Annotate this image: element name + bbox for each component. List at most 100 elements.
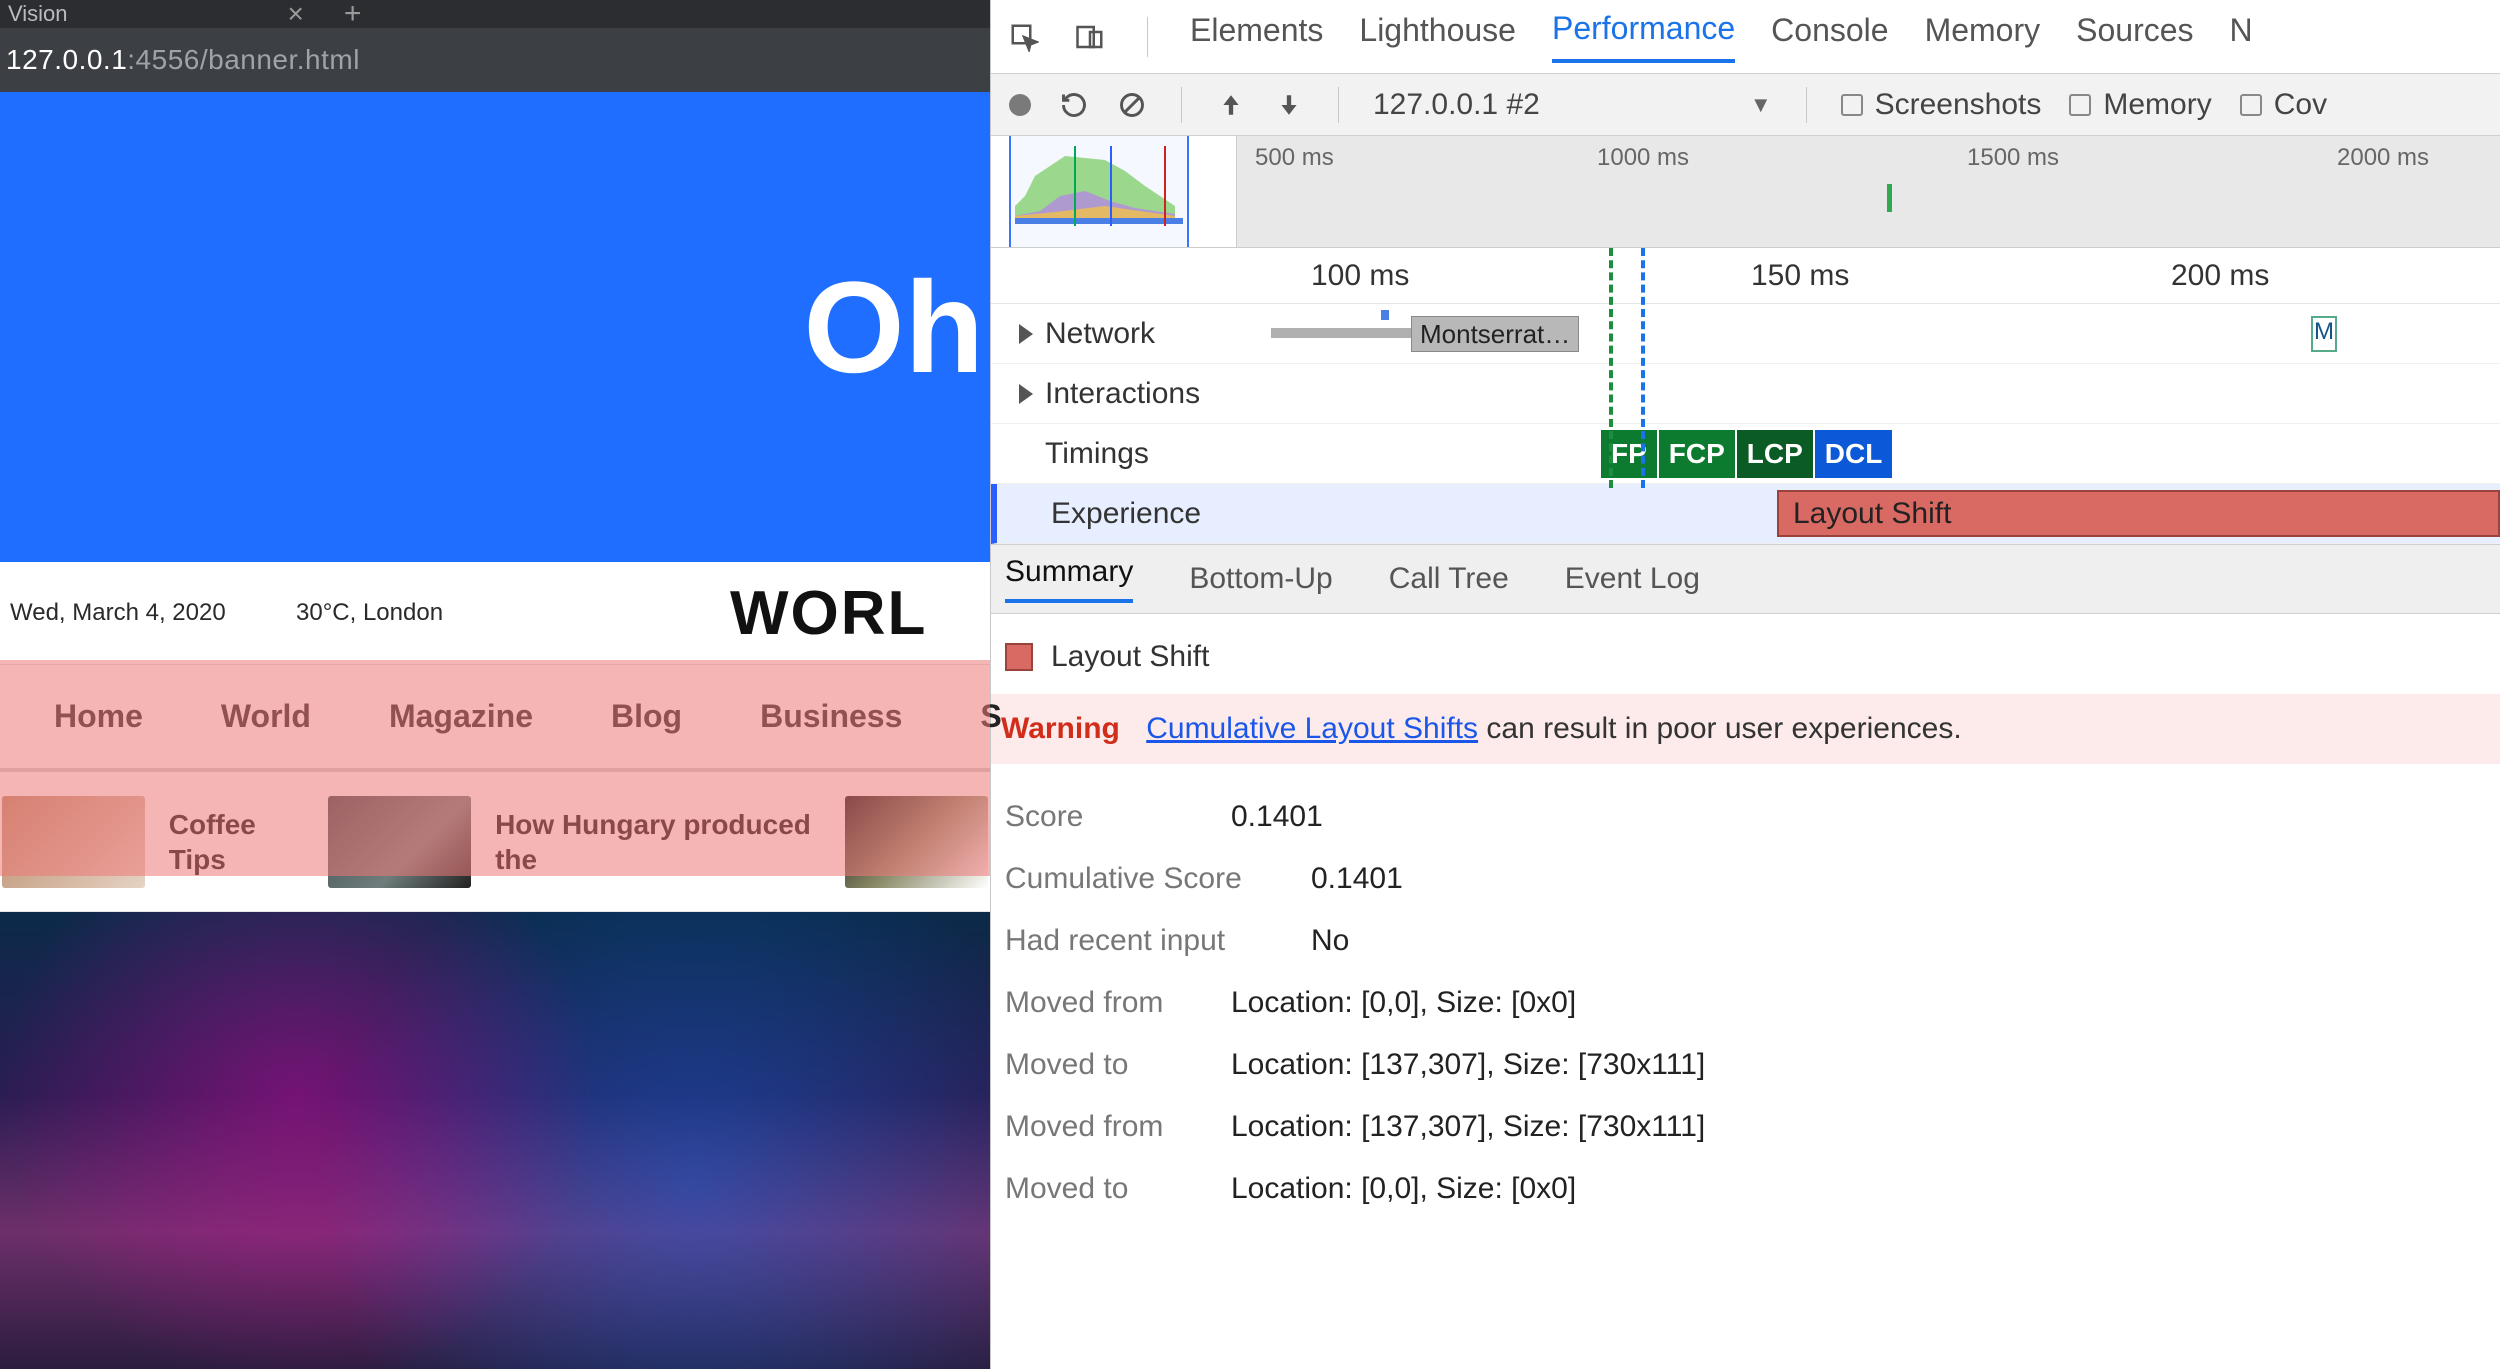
timing-badge-lcp[interactable]: LCP <box>1737 430 1813 478</box>
target-select[interactable]: 127.0.0.1 #2 <box>1373 88 1552 122</box>
tab-memory[interactable]: Memory <box>1925 12 2041 61</box>
ruler-tick: 200 ms <box>2171 259 2269 293</box>
marker-line-green <box>1609 248 1613 488</box>
checkbox-memory[interactable]: Memory <box>2069 88 2211 122</box>
address-bar[interactable]: 127.0.0.1:4556/banner.html <box>0 28 990 92</box>
tab-summary[interactable]: Summary <box>1005 555 1133 603</box>
detail-row: Moved toLocation: [137,307], Size: [730x… <box>1005 1034 2500 1096</box>
page-meta-row: Wed, March 4, 2020 30°C, London WORL <box>0 562 990 664</box>
lane-timings-content[interactable]: FPFCPLCPDCL <box>1251 424 2500 483</box>
nav-item[interactable]: Home <box>54 698 143 735</box>
download-icon[interactable] <box>1274 90 1304 120</box>
warning-row: Warning Cumulative Layout Shifts can res… <box>991 694 2500 764</box>
detail-tabs: Summary Bottom-Up Call Tree Event Log <box>991 544 2500 614</box>
story-thumb[interactable] <box>2 796 145 888</box>
page-banner: Oh <box>0 92 990 562</box>
detail-row: Cumulative Score0.1401 <box>1005 848 2500 910</box>
lane-interactions[interactable]: Interactions <box>991 364 2500 424</box>
tab-more[interactable]: N <box>2230 12 2253 61</box>
checkbox-coverage[interactable]: Cov <box>2240 88 2327 122</box>
site-title: WORL <box>730 578 927 649</box>
clear-button[interactable] <box>1117 90 1147 120</box>
separator <box>1147 17 1148 57</box>
lane-experience[interactable]: Experience Layout Shift <box>991 484 2500 544</box>
overview-scale[interactable]: 500 ms 1000 ms 1500 ms 2000 ms <box>1237 136 2500 247</box>
detail-row: Moved toLocation: [0,0], Size: [0x0] <box>1005 1158 2500 1220</box>
warning-label: Warning <box>1001 712 1120 745</box>
lane-network[interactable]: Network Montserrat… M <box>991 304 2500 364</box>
scale-tick: 1000 ms <box>1597 144 1689 172</box>
scale-tick: 2000 ms <box>2337 144 2429 172</box>
devtools-tabs: Elements Lighthouse Performance Console … <box>991 0 2500 74</box>
timing-badge-dcl[interactable]: DCL <box>1815 430 1893 478</box>
layout-shift-event[interactable]: Layout Shift <box>1777 490 2500 537</box>
lane-experience-content[interactable]: Layout Shift <box>1257 484 2500 543</box>
tab-elements[interactable]: Elements <box>1190 12 1323 61</box>
overview-thumbnail[interactable] <box>991 136 1237 247</box>
tab-lighthouse[interactable]: Lighthouse <box>1359 12 1516 61</box>
tab-title: Vision <box>8 1 68 27</box>
browser-pane: Vision × + 127.0.0.1:4556/banner.html Oh… <box>0 0 990 1369</box>
detail-row: Moved fromLocation: [137,307], Size: [73… <box>1005 1096 2500 1158</box>
detail-row: Moved fromLocation: [0,0], Size: [0x0] <box>1005 972 2500 1034</box>
nav-item[interactable]: Magazine <box>389 698 533 735</box>
tab-call-tree[interactable]: Call Tree <box>1389 562 1509 596</box>
tab-sources[interactable]: Sources <box>2076 12 2193 61</box>
tab-performance[interactable]: Performance <box>1552 10 1735 63</box>
banner-text: Oh <box>803 252 984 402</box>
detail-row: Score0.1401 <box>1005 786 2500 848</box>
inspect-icon[interactable] <box>1009 22 1039 52</box>
upload-icon[interactable] <box>1216 90 1246 120</box>
ruler-tick: 150 ms <box>1751 259 1849 293</box>
flame-chart-area: 100 ms 150 ms 200 ms Network Montserrat…… <box>991 248 2500 544</box>
separator <box>1338 87 1339 123</box>
perf-toolbar: 127.0.0.1 #2 ▼ Screenshots Memory Cov <box>991 74 2500 136</box>
detail-header: Layout Shift <box>1005 634 2500 694</box>
checkbox-screenshots[interactable]: Screenshots <box>1841 88 2042 122</box>
story-strip: Coffee Tips How Hungary produced the <box>0 772 990 912</box>
scale-tick: 1500 ms <box>1967 144 2059 172</box>
disclosure-icon[interactable] <box>1019 324 1033 344</box>
nav-item[interactable]: World <box>221 698 311 735</box>
event-color-swatch <box>1005 643 1033 671</box>
story-thumb[interactable] <box>845 796 988 888</box>
reload-button[interactable] <box>1059 90 1089 120</box>
story-title[interactable]: How Hungary produced the <box>495 807 821 877</box>
site-nav: Home World Magazine Blog Business S <box>0 664 990 772</box>
browser-tabstrip: Vision × + <box>0 0 990 28</box>
lane-network-content[interactable]: Montserrat… M <box>1251 304 2500 363</box>
story-title[interactable]: Coffee Tips <box>169 807 305 877</box>
browser-tab[interactable]: Vision × <box>0 0 304 30</box>
network-request-chip[interactable]: M <box>2311 316 2337 352</box>
devtools-pane: Elements Lighthouse Performance Console … <box>990 0 2500 1369</box>
close-icon[interactable]: × <box>288 0 304 30</box>
tab-event-log[interactable]: Event Log <box>1565 562 1700 596</box>
chevron-down-icon[interactable]: ▼ <box>1750 92 1772 118</box>
cls-docs-link[interactable]: Cumulative Layout Shifts <box>1146 712 1478 745</box>
page-date: Wed, March 4, 2020 <box>10 599 226 627</box>
ruler-tick: 100 ms <box>1311 259 1409 293</box>
tab-console[interactable]: Console <box>1771 12 1888 61</box>
nav-item[interactable]: S <box>980 698 1001 735</box>
detail-row: Had recent inputNo <box>1005 910 2500 972</box>
scale-tick: 500 ms <box>1255 144 1334 172</box>
timing-badge-fcp[interactable]: FCP <box>1659 430 1735 478</box>
timeline-overview[interactable]: 500 ms 1000 ms 1500 ms 2000 ms <box>991 136 2500 248</box>
hero-image <box>0 912 990 1369</box>
marker-line-blue <box>1641 248 1645 488</box>
separator <box>1806 87 1807 123</box>
tab-bottom-up[interactable]: Bottom-Up <box>1189 562 1332 596</box>
url: 127.0.0.1:4556/banner.html <box>6 44 360 76</box>
detail-title: Layout Shift <box>1051 640 1209 674</box>
nav-item[interactable]: Blog <box>611 698 682 735</box>
device-toggle-icon[interactable] <box>1075 22 1105 52</box>
time-ruler[interactable]: 100 ms 150 ms 200 ms <box>991 248 2500 304</box>
record-button[interactable] <box>1009 94 1031 116</box>
nav-item[interactable]: Business <box>760 698 902 735</box>
disclosure-icon[interactable] <box>1019 384 1033 404</box>
marker <box>1887 184 1892 212</box>
story-thumb[interactable] <box>328 796 471 888</box>
network-request-chip[interactable]: Montserrat… <box>1411 316 1579 352</box>
lane-timings[interactable]: Timings FPFCPLCPDCL <box>991 424 2500 484</box>
new-tab-button[interactable]: + <box>304 0 362 31</box>
